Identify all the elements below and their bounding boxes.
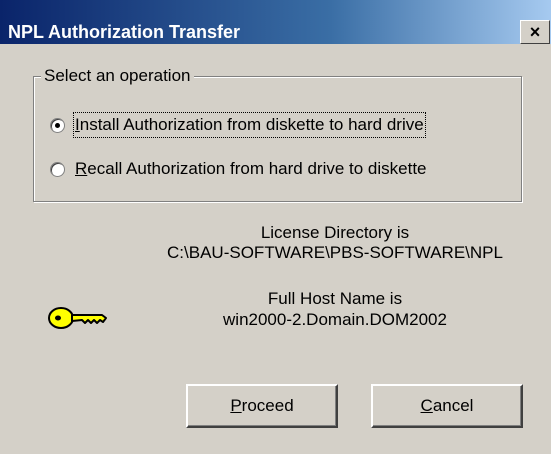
recall-accel: R xyxy=(75,159,88,178)
recall-option[interactable]: Recall Authorization from hard drive to … xyxy=(50,156,427,182)
dialog-window: NPL Authorization Transfer × Select an o… xyxy=(0,0,551,454)
host-name-label: Full Host Name is xyxy=(267,289,403,308)
license-directory-path: C:\BAU-SOFTWARE\PBS-SOFTWARE\NPL xyxy=(167,243,503,262)
window-title: NPL Authorization Transfer xyxy=(8,22,241,42)
proceed-label-rest: roceed xyxy=(241,396,294,415)
key-icon xyxy=(48,307,107,329)
operation-groupbox xyxy=(33,76,522,202)
title-bar[interactable]: NPL Authorization Transfer xyxy=(0,0,551,44)
groupbox-legend: Select an operation xyxy=(41,66,194,86)
recall-radio[interactable] xyxy=(50,161,65,177)
recall-option-label[interactable]: Recall Authorization from hard drive to … xyxy=(75,158,427,180)
host-name-value: win2000-2.Domain.DOM2002 xyxy=(223,310,447,329)
license-directory-label: License Directory is xyxy=(260,223,410,242)
cancel-accel: C xyxy=(420,396,433,415)
install-radio[interactable] xyxy=(50,117,65,133)
proceed-accel: P xyxy=(230,396,242,415)
recall-label-rest: ecall Authorization from hard drive to d… xyxy=(87,159,427,178)
install-option-label[interactable]: Install Authorization from diskette to h… xyxy=(73,112,426,138)
proceed-button[interactable]: Proceed xyxy=(186,384,338,428)
cancel-button[interactable]: Cancel xyxy=(371,384,523,428)
install-option[interactable]: Install Authorization from diskette to h… xyxy=(50,112,426,138)
cancel-label-rest: ancel xyxy=(432,396,474,415)
close-button[interactable]: × xyxy=(520,20,550,44)
install-label-rest: nstall Authorization from diskette to ha… xyxy=(79,115,424,134)
close-icon: × xyxy=(529,22,541,42)
